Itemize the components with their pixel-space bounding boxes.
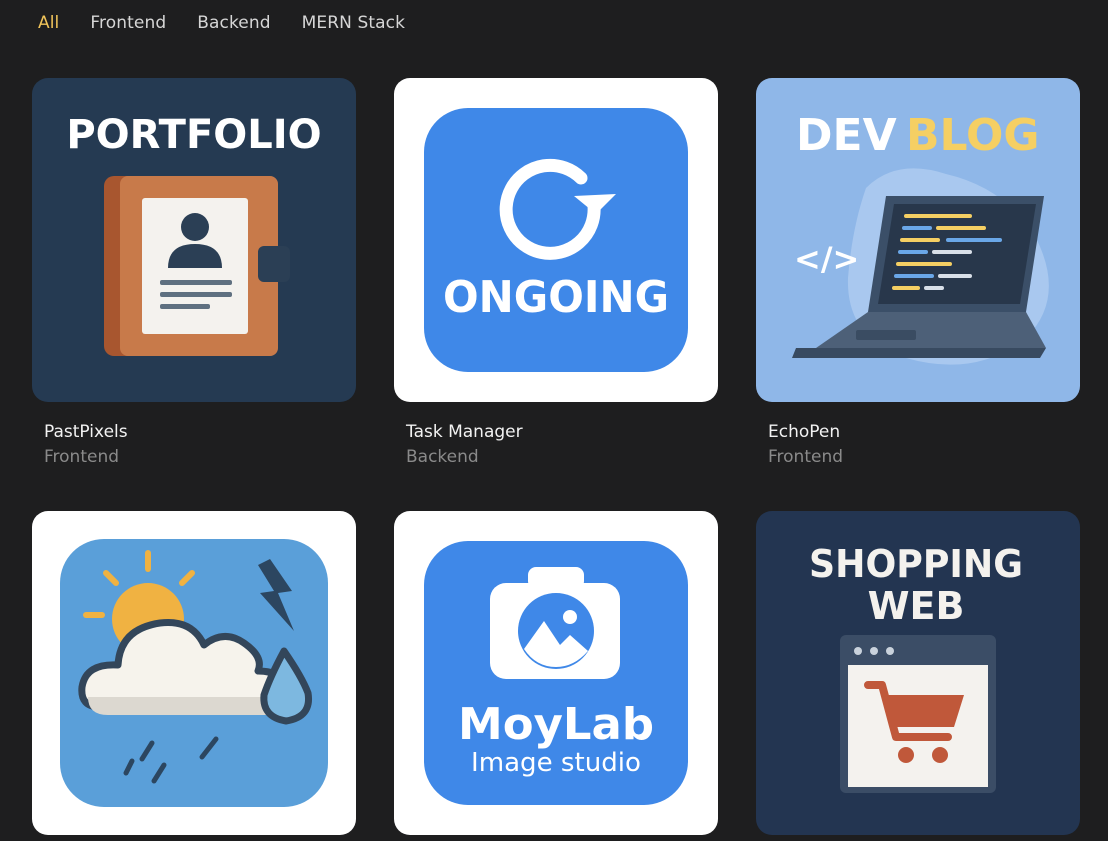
code-glyph-icon: </> <box>794 240 859 278</box>
project-thumbnail[interactable]: SHOPPING WEB <box>756 511 1080 835</box>
project-category: Frontend <box>44 447 120 467</box>
filter-bar: All Frontend Backend MERN Stack <box>38 13 405 33</box>
project-title[interactable]: PastPixels <box>44 422 356 442</box>
portfolio-image-text: PORTFOLIO <box>66 112 321 158</box>
shopping-text: SHOPPING <box>809 542 1023 586</box>
weather-illustration <box>60 539 328 807</box>
project-title[interactable]: EchoPen <box>768 422 1080 442</box>
project-thumbnail[interactable]: MoyLab Image studio <box>394 511 718 835</box>
project-card-pastpixels[interactable]: PORTFOLIO PastPixels Frontend <box>32 78 356 467</box>
project-card-weather[interactable] <box>32 511 356 835</box>
shopping-illustration: SHOPPING WEB <box>809 542 1023 793</box>
dev-text: DEV <box>796 110 897 161</box>
project-thumbnail[interactable] <box>32 511 356 835</box>
project-card-shopping-web[interactable]: SHOPPING WEB <box>756 511 1080 835</box>
ongoing-image-text: ONGOING <box>443 272 669 323</box>
web-text: WEB <box>868 584 965 628</box>
project-card-task-manager[interactable]: ONGOING Task Manager Backend <box>394 78 718 467</box>
image-studio-text: Image studio <box>471 748 641 778</box>
moylab-image-text: MoyLab <box>458 699 654 750</box>
project-category: Frontend <box>768 447 844 467</box>
project-card-moylab[interactable]: MoyLab Image studio <box>394 511 718 835</box>
filter-frontend[interactable]: Frontend <box>90 13 166 33</box>
filter-all[interactable]: All <box>38 13 59 33</box>
portfolio-illustration: PORTFOLIO <box>66 112 322 356</box>
filter-mern-stack[interactable]: MERN Stack <box>302 13 405 33</box>
project-thumbnail[interactable]: ONGOING <box>394 78 718 402</box>
moylab-illustration: MoyLab Image studio <box>424 541 688 805</box>
project-card-echopen[interactable]: DEV BLOG </> EchoPen Frontend <box>756 78 1080 467</box>
project-thumbnail[interactable]: DEV BLOG </> <box>756 78 1080 402</box>
dev-blog-illustration: DEV BLOG </> <box>792 110 1049 365</box>
ongoing-illustration: ONGOING <box>424 108 688 372</box>
filter-backend[interactable]: Backend <box>197 13 270 33</box>
project-thumbnail[interactable]: PORTFOLIO <box>32 78 356 402</box>
project-category: Backend <box>406 447 479 467</box>
project-title[interactable]: Task Manager <box>406 422 718 442</box>
blog-text: BLOG <box>906 110 1040 161</box>
